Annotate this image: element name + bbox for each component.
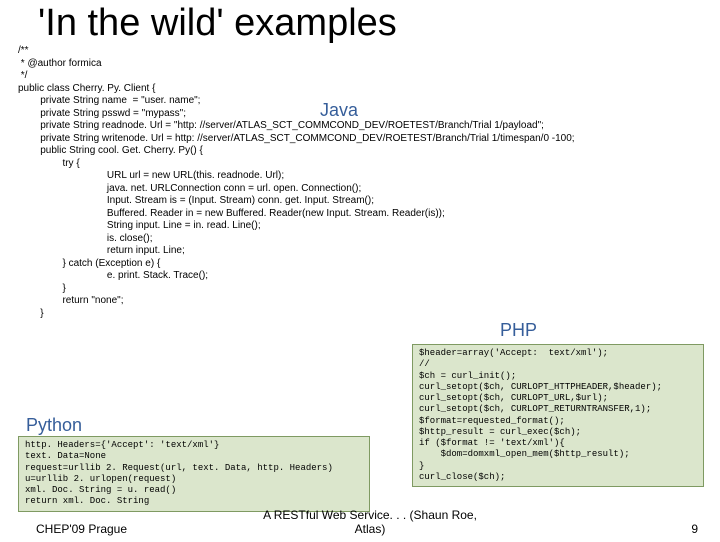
java-label: Java	[320, 100, 358, 121]
php-label: PHP	[500, 320, 537, 341]
footer-center: A RESTful Web Service. . . (Shaun Roe, A…	[250, 508, 490, 536]
page-number: 9	[691, 522, 698, 536]
footer-left: CHEP'09 Prague	[36, 522, 127, 536]
python-label: Python	[26, 415, 82, 436]
python-code-box: http. Headers={'Accept': 'text/xml'} tex…	[18, 436, 370, 512]
java-code-block: /** * @author formica */ public class Ch…	[18, 45, 720, 320]
slide-title: 'In the wild' examples	[38, 2, 720, 45]
php-code-box: $header=array('Accept: text/xml'); // $c…	[412, 344, 704, 487]
